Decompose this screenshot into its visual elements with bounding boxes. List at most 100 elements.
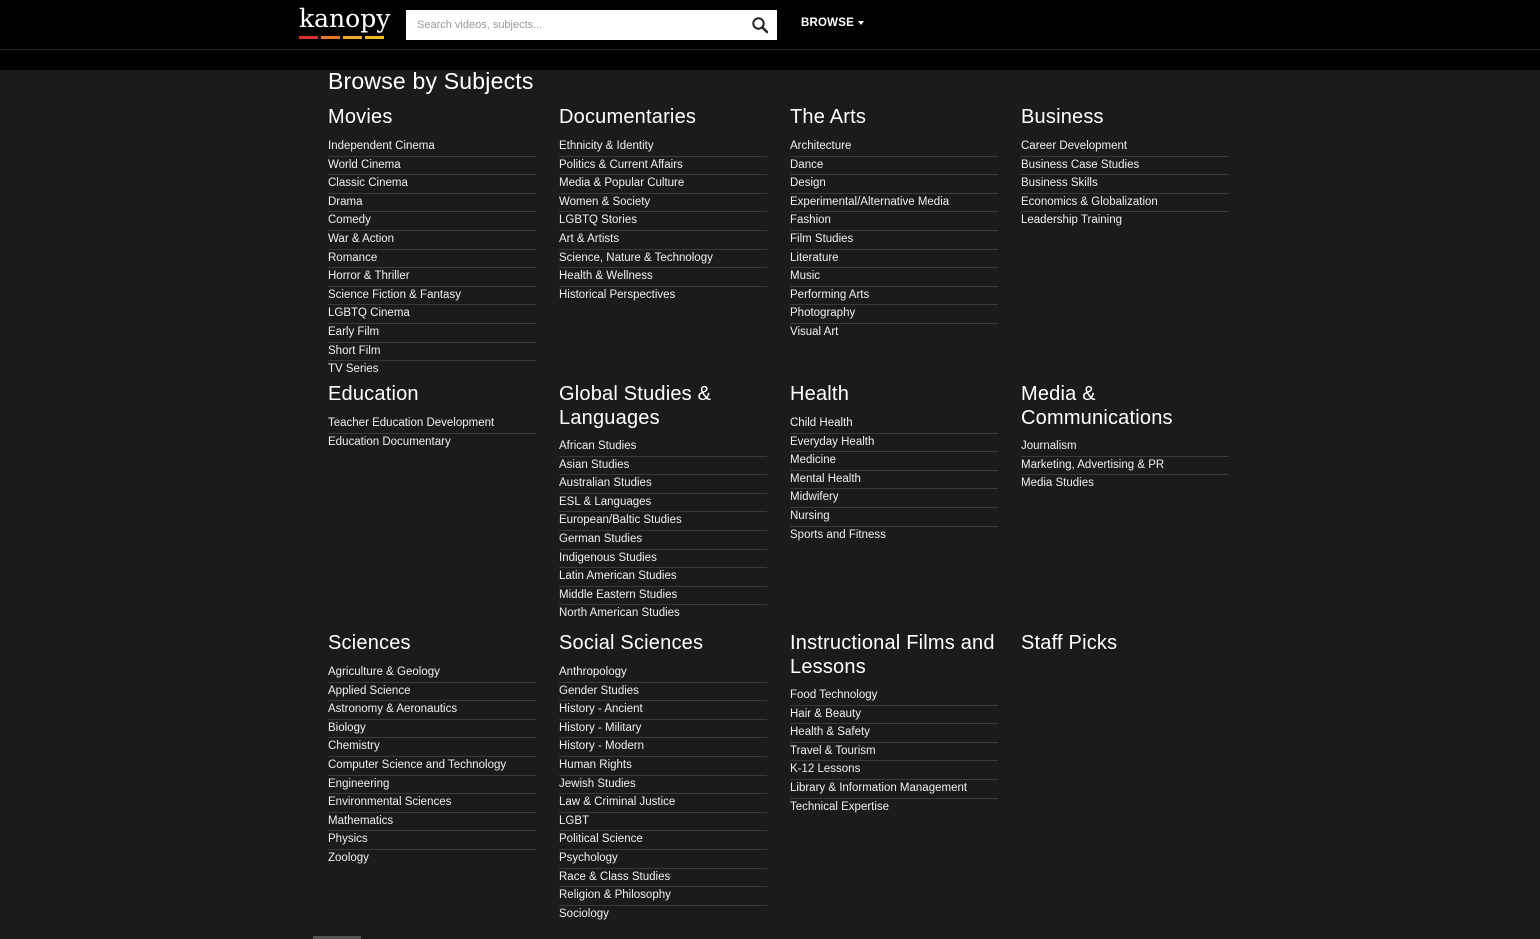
subject-link[interactable]: Law & Criminal Justice — [559, 794, 767, 813]
subject-link[interactable]: LGBTQ Cinema — [328, 305, 536, 324]
subject-link[interactable]: Politics & Current Affairs — [559, 157, 767, 176]
subject-link[interactable]: Economics & Globalization — [1021, 194, 1229, 213]
subject-link[interactable]: Journalism — [1021, 438, 1229, 457]
subject-link[interactable]: Leadership Training — [1021, 212, 1229, 230]
subject-link[interactable]: ESL & Languages — [559, 494, 767, 513]
subject-link[interactable]: Visual Art — [790, 324, 998, 342]
section-heading[interactable]: The Arts — [790, 105, 998, 129]
section-heading[interactable]: Movies — [328, 105, 536, 129]
section-heading[interactable]: Global Studies & Languages — [559, 382, 767, 430]
subject-link[interactable]: Chemistry — [328, 738, 536, 757]
subject-link[interactable]: World Cinema — [328, 157, 536, 176]
subject-link[interactable]: Latin American Studies — [559, 568, 767, 587]
subject-link[interactable]: Australian Studies — [559, 475, 767, 494]
subject-link[interactable]: Jewish Studies — [559, 776, 767, 795]
subject-link[interactable]: African Studies — [559, 438, 767, 457]
subject-link[interactable]: Food Technology — [790, 687, 998, 706]
subject-link[interactable]: Engineering — [328, 776, 536, 795]
subject-link[interactable]: Performing Arts — [790, 287, 998, 306]
kanopy-logo[interactable]: kanopy — [299, 5, 390, 41]
subject-link[interactable]: Zoology — [328, 850, 536, 868]
section-heading[interactable]: Business — [1021, 105, 1229, 129]
subject-link[interactable]: Classic Cinema — [328, 175, 536, 194]
subject-link[interactable]: Design — [790, 175, 998, 194]
subject-link[interactable]: Science, Nature & Technology — [559, 250, 767, 269]
subject-link[interactable]: Independent Cinema — [328, 138, 536, 157]
subject-link[interactable]: Computer Science and Technology — [328, 757, 536, 776]
subject-link[interactable]: Human Rights — [559, 757, 767, 776]
subject-link[interactable]: Business Skills — [1021, 175, 1229, 194]
subject-link[interactable]: Health & Wellness — [559, 268, 767, 287]
subject-link[interactable]: Media Studies — [1021, 475, 1229, 493]
subject-link[interactable]: Gender Studies — [559, 683, 767, 702]
subject-link[interactable]: Mental Health — [790, 471, 998, 490]
browse-menu-button[interactable]: BROWSE — [801, 17, 864, 29]
subject-link[interactable]: Business Case Studies — [1021, 157, 1229, 176]
subject-link[interactable]: Astronomy & Aeronautics — [328, 701, 536, 720]
subject-link[interactable]: Nursing — [790, 508, 998, 527]
subject-link[interactable]: Short Film — [328, 343, 536, 362]
subject-link[interactable]: History - Modern — [559, 738, 767, 757]
subject-link[interactable]: Health & Safety — [790, 724, 998, 743]
section-heading[interactable]: Social Sciences — [559, 631, 767, 655]
subject-link[interactable]: Film Studies — [790, 231, 998, 250]
subject-link[interactable]: K-12 Lessons — [790, 761, 998, 780]
subject-link[interactable]: Agriculture & Geology — [328, 664, 536, 683]
subject-link[interactable]: Science Fiction & Fantasy — [328, 287, 536, 306]
subject-link[interactable]: Photography — [790, 305, 998, 324]
subject-link[interactable]: Art & Artists — [559, 231, 767, 250]
subject-link[interactable]: Environmental Sciences — [328, 794, 536, 813]
subject-link[interactable]: Dance — [790, 157, 998, 176]
subject-link[interactable]: Library & Information Management — [790, 780, 998, 799]
subject-link[interactable]: Indigenous Studies — [559, 550, 767, 569]
subject-link[interactable]: Asian Studies — [559, 457, 767, 476]
subject-link[interactable]: Biology — [328, 720, 536, 739]
subject-link[interactable]: Comedy — [328, 212, 536, 231]
subject-link[interactable]: Medicine — [790, 452, 998, 471]
subject-link[interactable]: Child Health — [790, 415, 998, 434]
subject-link[interactable]: Women & Society — [559, 194, 767, 213]
subject-link[interactable]: Hair & Beauty — [790, 706, 998, 725]
subject-link[interactable]: War & Action — [328, 231, 536, 250]
subject-link[interactable]: Political Science — [559, 831, 767, 850]
subject-link[interactable]: Race & Class Studies — [559, 869, 767, 888]
subject-link[interactable]: Mathematics — [328, 813, 536, 832]
section-heading[interactable]: Sciences — [328, 631, 536, 655]
subject-link[interactable]: Psychology — [559, 850, 767, 869]
search-icon[interactable] — [751, 16, 769, 34]
subject-link[interactable]: LGBTQ Stories — [559, 212, 767, 231]
subject-link[interactable]: Physics — [328, 831, 536, 850]
subject-link[interactable]: Historical Perspectives — [559, 287, 767, 305]
subject-link[interactable]: European/Baltic Studies — [559, 512, 767, 531]
subject-link[interactable]: Romance — [328, 250, 536, 269]
subject-link[interactable]: Fashion — [790, 212, 998, 231]
subject-link[interactable]: LGBT — [559, 813, 767, 832]
subject-link[interactable]: Media & Popular Culture — [559, 175, 767, 194]
subject-link[interactable]: Teacher Education Development — [328, 415, 536, 434]
subject-link[interactable]: Literature — [790, 250, 998, 269]
subject-link[interactable]: North American Studies — [559, 605, 767, 623]
subject-link[interactable]: Architecture — [790, 138, 998, 157]
section-heading[interactable]: Instructional Films and Lessons — [790, 631, 998, 679]
subject-link[interactable]: Drama — [328, 194, 536, 213]
subject-link[interactable]: Career Development — [1021, 138, 1229, 157]
subject-link[interactable]: History - Ancient — [559, 701, 767, 720]
section-heading[interactable]: Staff Picks — [1021, 631, 1229, 655]
subject-link[interactable]: Anthropology — [559, 664, 767, 683]
section-heading[interactable]: Education — [328, 382, 536, 406]
subject-link[interactable]: Sports and Fitness — [790, 527, 998, 545]
subject-link[interactable]: Sociology — [559, 906, 767, 924]
subject-link[interactable]: Experimental/Alternative Media — [790, 194, 998, 213]
subject-link[interactable]: Middle Eastern Studies — [559, 587, 767, 606]
subject-link[interactable]: Ethnicity & Identity — [559, 138, 767, 157]
subject-link[interactable]: Music — [790, 268, 998, 287]
subject-link[interactable]: History - Military — [559, 720, 767, 739]
subject-link[interactable]: Religion & Philosophy — [559, 887, 767, 906]
search-input[interactable] — [406, 10, 726, 40]
subject-link[interactable]: TV Series — [328, 361, 536, 379]
subject-link[interactable]: Marketing, Advertising & PR — [1021, 457, 1229, 476]
subject-link[interactable]: Applied Science — [328, 683, 536, 702]
subject-link[interactable]: Horror & Thriller — [328, 268, 536, 287]
subject-link[interactable]: Everyday Health — [790, 434, 998, 453]
section-heading[interactable]: Documentaries — [559, 105, 767, 129]
